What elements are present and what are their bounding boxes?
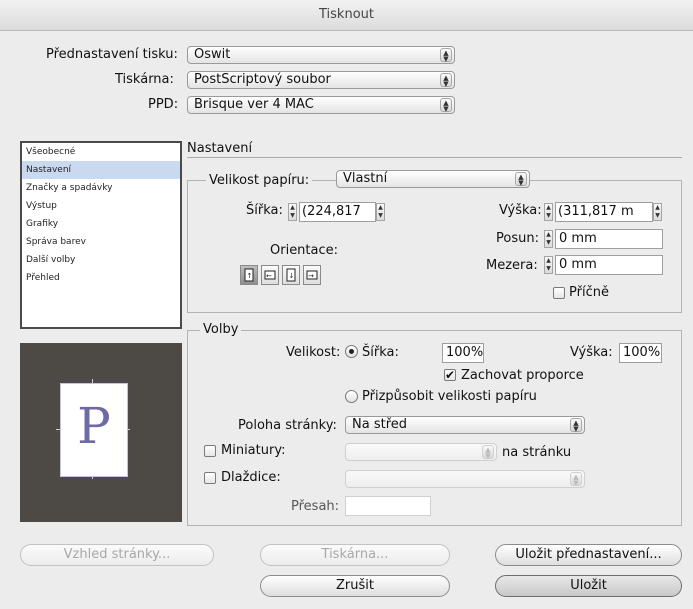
page-position-popup[interactable]: Na střed ▲ ▼ — [345, 416, 585, 434]
category-list[interactable]: Všeobecné Nastavení Značky a spadávky Vý… — [20, 141, 182, 329]
reverse-landscape-icon: → — [306, 270, 318, 280]
printer-button[interactable]: Tiskárna... — [260, 544, 450, 566]
paper-size-label: Velikost papíru: — [206, 173, 313, 188]
width-field[interactable]: (224,817 — [299, 202, 376, 222]
width-scale-radio[interactable] — [345, 345, 358, 358]
svg-text:↓: ↓ — [289, 272, 295, 280]
thumbnails-checkbox[interactable] — [204, 445, 216, 457]
tiles-popup[interactable]: ▲ ▼ — [345, 470, 585, 488]
sidebar-item-znacky[interactable]: Značky a spadávky — [22, 179, 180, 197]
reverse-portrait-icon: ↓ — [286, 268, 296, 282]
gap-label: Mezera: — [486, 258, 538, 273]
paper-size-popup[interactable]: Vlastní ▲ ▼ — [336, 170, 530, 188]
preset-label: Přednastavení tisku: — [46, 47, 178, 62]
width-unit-stepper[interactable]: ▲ ▼ — [376, 203, 385, 221]
page-position-value: Na střed — [352, 417, 408, 432]
save-preset-button[interactable]: Uložit přednastavení... — [495, 544, 682, 566]
height-label: Výška: — [499, 203, 542, 218]
height-scale-label: Výška: — [570, 345, 613, 360]
sidebar-item-vseobecne[interactable]: Všeobecné — [22, 143, 180, 161]
window-title: Tisknout — [0, 0, 693, 31]
updown-arrows-icon: ▲ ▼ — [440, 48, 452, 63]
keep-proportions-label: Zachovat proporce — [461, 368, 584, 383]
height-stepper[interactable]: ▲ ▼ — [544, 203, 553, 221]
fit-paper-label: Přizpůsobit velikosti papíru — [362, 389, 537, 404]
updown-arrows-icon: ▲ ▼ — [570, 472, 582, 487]
width-scale-field[interactable]: 100% — [442, 343, 484, 363]
sidebar-item-grafiky[interactable]: Grafiky — [22, 215, 180, 233]
gap-field[interactable]: 0 mm — [555, 255, 663, 275]
width-radio-label: Šířka: — [362, 345, 399, 360]
offset-stepper[interactable]: ▲ ▼ — [544, 230, 553, 248]
orientation-landscape-button[interactable]: ← — [261, 265, 279, 285]
updown-arrows-icon: ▲ ▼ — [440, 73, 452, 88]
page-position-label: Poloha stránky: — [238, 418, 337, 433]
divider — [187, 157, 682, 158]
thumbnails-label: Miniatury: — [221, 443, 286, 458]
tiles-checkbox[interactable] — [204, 472, 216, 484]
height-unit-stepper[interactable]: ▲ ▼ — [653, 203, 662, 221]
offset-label: Posun: — [496, 231, 539, 246]
ppd-popup[interactable]: Brisque ver 4 MAC ▲ ▼ — [187, 96, 455, 114]
printer-value: PostScriptový soubor — [194, 72, 331, 87]
tiles-label: Dlaždice: — [221, 470, 281, 485]
portrait-icon: ↑ — [244, 268, 254, 282]
orientation-reverse-landscape-button[interactable]: → — [303, 265, 321, 285]
orientation-reverse-portrait-button[interactable]: ↓ — [282, 265, 300, 285]
printer-label: Tiskárna: — [115, 72, 174, 87]
height-scale-field[interactable]: 100% — [619, 343, 662, 363]
page-setup-button[interactable]: Vzhled stránky... — [20, 544, 214, 566]
transverse-checkbox[interactable] — [553, 287, 565, 299]
keep-proportions-checkbox[interactable]: ✔ — [444, 369, 456, 381]
orientation-portrait-button[interactable]: ↑ — [240, 265, 258, 285]
svg-text:→: → — [308, 272, 314, 280]
updown-arrows-icon: ▲ ▼ — [482, 445, 494, 460]
width-label: Šířka: — [246, 203, 283, 218]
orientation-label: Orientace: — [270, 243, 339, 258]
save-button[interactable]: Uložit — [495, 575, 682, 597]
ppd-label: PPD: — [148, 97, 179, 112]
offset-field[interactable]: 0 mm — [555, 229, 663, 249]
preview-paper: P — [60, 383, 128, 477]
updown-arrows-icon: ▲ ▼ — [570, 418, 582, 433]
height-field[interactable]: (311,817 m — [555, 202, 653, 222]
width-stepper[interactable]: ▲ ▼ — [288, 203, 297, 221]
preset-value: Oswit — [194, 47, 231, 62]
updown-arrows-icon: ▲ ▼ — [440, 98, 452, 113]
printer-popup[interactable]: PostScriptový soubor ▲ ▼ — [187, 71, 455, 89]
cancel-button[interactable]: Zrušit — [260, 575, 450, 597]
landscape-icon: ← — [264, 270, 276, 280]
fit-paper-radio[interactable] — [345, 390, 358, 403]
sidebar-item-vystup[interactable]: Výstup — [22, 197, 180, 215]
sidebar-item-sprava-barev[interactable]: Správa barev — [22, 233, 180, 251]
overlap-label: Přesah: — [291, 499, 340, 514]
size-label: Velikost: — [286, 345, 341, 360]
svg-text:↑: ↑ — [247, 272, 253, 280]
paper-size-value: Vlastní — [343, 171, 388, 186]
checkmark-icon: ✔ — [445, 368, 456, 382]
sidebar-item-prehled[interactable]: Přehled — [22, 269, 180, 287]
options-title: Volby — [200, 322, 242, 337]
preset-popup[interactable]: Oswit ▲ ▼ — [187, 46, 455, 64]
overlap-field[interactable] — [345, 496, 431, 516]
transverse-label: Příčně — [569, 285, 609, 300]
page-preview: P — [20, 343, 182, 522]
per-page-label: na stránku — [502, 445, 572, 460]
preview-letter: P — [77, 397, 111, 455]
gap-stepper[interactable]: ▲ ▼ — [544, 256, 553, 274]
sidebar-item-nastaveni[interactable]: Nastavení — [22, 161, 180, 179]
section-title-nastaveni: Nastavení — [187, 141, 253, 156]
thumbnails-popup[interactable]: ▲ ▼ — [345, 443, 497, 461]
ppd-value: Brisque ver 4 MAC — [194, 97, 314, 112]
svg-text:←: ← — [266, 272, 272, 280]
updown-arrows-icon: ▲ ▼ — [515, 172, 527, 187]
sidebar-item-dalsi-volby[interactable]: Další volby — [22, 251, 180, 269]
